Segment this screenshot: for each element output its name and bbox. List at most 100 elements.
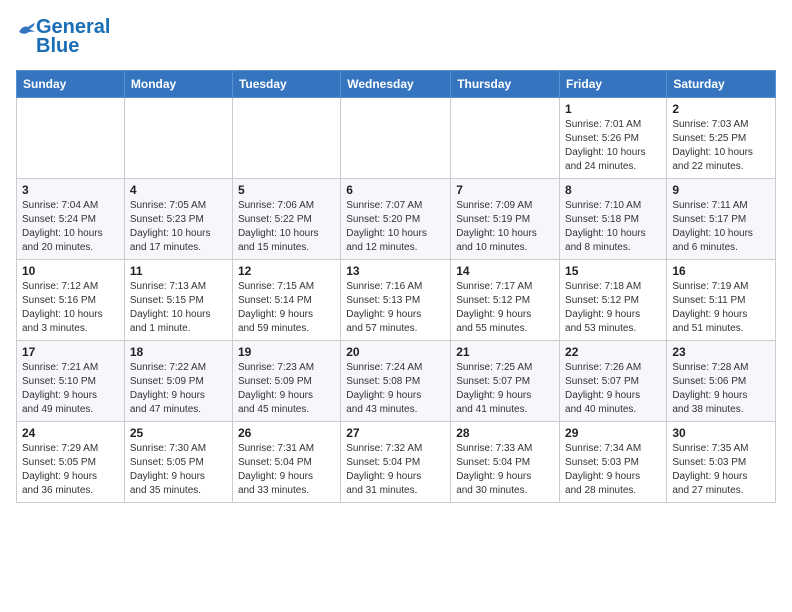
day-info: Sunrise: 7:25 AM Sunset: 5:07 PM Dayligh… [456, 361, 554, 417]
calendar-week-row: 10 Sunrise: 7:12 AM Sunset: 5:16 PM Dayli… [17, 260, 776, 341]
day-number: 29 [565, 426, 661, 440]
day-info: Sunrise: 7:05 AM Sunset: 5:23 PM Dayligh… [130, 199, 227, 255]
logo-bird-icon [18, 21, 36, 35]
calendar-day-cell: 17Sunrise: 7:21 AM Sunset: 5:10 PM Dayli… [17, 341, 125, 422]
day-info: Sunrise: 7:35 AM Sunset: 5:03 PM Dayligh… [672, 442, 770, 498]
calendar-week-row: 24 Sunrise: 7:29 AM Sunset: 5:05 PM Dayli… [17, 422, 776, 503]
calendar-day-cell: 24 Sunrise: 7:29 AM Sunset: 5:05 PM Dayli… [17, 422, 125, 503]
day-info: Sunrise: 7:28 AM Sunset: 5:06 PM Dayligh… [672, 361, 770, 417]
day-number: 4 [130, 183, 227, 197]
calendar-day-cell: 19 Sunrise: 7:23 AM Sunset: 5:09 PM Dayli… [232, 341, 340, 422]
calendar-week-row: 3 Sunrise: 7:04 AM Sunset: 5:24 PM Daylig… [17, 179, 776, 260]
day-info: Sunrise: 7:30 AM Sunset: 5:05 PM Dayligh… [130, 442, 227, 498]
day-number: 2 [672, 102, 770, 116]
day-number: 25 [130, 426, 227, 440]
weekday-header-cell: Thursday [451, 71, 560, 98]
day-info: Sunrise: 7:32 AM Sunset: 5:04 PM Dayligh… [346, 442, 445, 498]
weekday-header-row: SundayMondayTuesdayWednesdayThursdayFrid… [17, 71, 776, 98]
day-info: Sunrise: 7:18 AM Sunset: 5:12 PM Dayligh… [565, 280, 661, 336]
day-info: Sunrise: 7:23 AM Sunset: 5:09 PM Dayligh… [238, 361, 335, 417]
day-info: Sunrise: 7:17 AM Sunset: 5:12 PM Dayligh… [456, 280, 554, 336]
calendar-day-cell: 30 Sunrise: 7:35 AM Sunset: 5:03 PM Dayli… [667, 422, 776, 503]
day-info: Sunrise: 7:04 AM Sunset: 5:24 PM Dayligh… [22, 199, 119, 255]
day-info: Sunrise: 7:26 AM Sunset: 5:07 PM Dayligh… [565, 361, 661, 417]
calendar-day-cell [451, 98, 560, 179]
day-info: Sunrise: 7:34 AM Sunset: 5:03 PM Dayligh… [565, 442, 661, 498]
calendar-day-cell: 8 Sunrise: 7:10 AM Sunset: 5:18 PM Daylig… [560, 179, 667, 260]
calendar-day-cell: 26 Sunrise: 7:31 AM Sunset: 5:04 PM Dayli… [232, 422, 340, 503]
calendar-day-cell: 11 Sunrise: 7:13 AM Sunset: 5:15 PM Dayli… [124, 260, 232, 341]
day-info: Sunrise: 7:06 AM Sunset: 5:22 PM Dayligh… [238, 199, 335, 255]
day-info: Sunrise: 7:12 AM Sunset: 5:16 PM Dayligh… [22, 280, 119, 336]
header: General Blue [16, 16, 776, 58]
calendar-week-row: 17Sunrise: 7:21 AM Sunset: 5:10 PM Dayli… [17, 341, 776, 422]
calendar-day-cell: 12 Sunrise: 7:15 AM Sunset: 5:14 PM Dayli… [232, 260, 340, 341]
day-info: Sunrise: 7:16 AM Sunset: 5:13 PM Dayligh… [346, 280, 445, 336]
day-number: 18 [130, 345, 227, 359]
day-info: Sunrise: 7:10 AM Sunset: 5:18 PM Dayligh… [565, 199, 661, 255]
calendar-table: SundayMondayTuesdayWednesdayThursdayFrid… [16, 70, 776, 503]
day-number: 8 [565, 183, 661, 197]
calendar-day-cell [124, 98, 232, 179]
day-info: Sunrise: 7:19 AM Sunset: 5:11 PM Dayligh… [672, 280, 770, 336]
day-info: Sunrise: 7:33 AM Sunset: 5:04 PM Dayligh… [456, 442, 554, 498]
calendar-day-cell: 15Sunrise: 7:18 AM Sunset: 5:12 PM Dayli… [560, 260, 667, 341]
day-number: 28 [456, 426, 554, 440]
calendar-day-cell: 4 Sunrise: 7:05 AM Sunset: 5:23 PM Daylig… [124, 179, 232, 260]
calendar-day-cell: 5 Sunrise: 7:06 AM Sunset: 5:22 PM Daylig… [232, 179, 340, 260]
day-number: 10 [22, 264, 119, 278]
day-number: 5 [238, 183, 335, 197]
calendar-day-cell: 7 Sunrise: 7:09 AM Sunset: 5:19 PM Daylig… [451, 179, 560, 260]
day-number: 19 [238, 345, 335, 359]
calendar-week-row: 1Sunrise: 7:01 AM Sunset: 5:26 PM Daylig… [17, 98, 776, 179]
calendar-day-cell: 14Sunrise: 7:17 AM Sunset: 5:12 PM Dayli… [451, 260, 560, 341]
day-number: 3 [22, 183, 119, 197]
calendar-day-cell: 13 Sunrise: 7:16 AM Sunset: 5:13 PM Dayli… [341, 260, 451, 341]
calendar-day-cell: 1Sunrise: 7:01 AM Sunset: 5:26 PM Daylig… [560, 98, 667, 179]
day-info: Sunrise: 7:11 AM Sunset: 5:17 PM Dayligh… [672, 199, 770, 255]
day-number: 30 [672, 426, 770, 440]
day-number: 11 [130, 264, 227, 278]
weekday-header-cell: Wednesday [341, 71, 451, 98]
calendar-day-cell [232, 98, 340, 179]
day-info: Sunrise: 7:13 AM Sunset: 5:15 PM Dayligh… [130, 280, 227, 336]
calendar-day-cell: 2 Sunrise: 7:03 AM Sunset: 5:25 PM Daylig… [667, 98, 776, 179]
calendar-day-cell: 25 Sunrise: 7:30 AM Sunset: 5:05 PM Dayli… [124, 422, 232, 503]
weekday-header-cell: Friday [560, 71, 667, 98]
day-info: Sunrise: 7:29 AM Sunset: 5:05 PM Dayligh… [22, 442, 119, 498]
day-info: Sunrise: 7:21 AM Sunset: 5:10 PM Dayligh… [22, 361, 119, 417]
calendar-day-cell [341, 98, 451, 179]
day-info: Sunrise: 7:15 AM Sunset: 5:14 PM Dayligh… [238, 280, 335, 336]
day-number: 1 [565, 102, 661, 116]
day-number: 23 [672, 345, 770, 359]
calendar-day-cell: 27 Sunrise: 7:32 AM Sunset: 5:04 PM Dayli… [341, 422, 451, 503]
day-number: 13 [346, 264, 445, 278]
day-number: 6 [346, 183, 445, 197]
day-number: 9 [672, 183, 770, 197]
weekday-header-cell: Monday [124, 71, 232, 98]
day-info: Sunrise: 7:31 AM Sunset: 5:04 PM Dayligh… [238, 442, 335, 498]
calendar-day-cell: 10 Sunrise: 7:12 AM Sunset: 5:16 PM Dayli… [17, 260, 125, 341]
calendar-day-cell: 6 Sunrise: 7:07 AM Sunset: 5:20 PM Daylig… [341, 179, 451, 260]
calendar-day-cell: 21Sunrise: 7:25 AM Sunset: 5:07 PM Dayli… [451, 341, 560, 422]
calendar-body: 1Sunrise: 7:01 AM Sunset: 5:26 PM Daylig… [17, 98, 776, 503]
calendar-day-cell: 9 Sunrise: 7:11 AM Sunset: 5:17 PM Daylig… [667, 179, 776, 260]
day-info: Sunrise: 7:03 AM Sunset: 5:25 PM Dayligh… [672, 118, 770, 174]
calendar-day-cell [17, 98, 125, 179]
day-info: Sunrise: 7:09 AM Sunset: 5:19 PM Dayligh… [456, 199, 554, 255]
day-number: 24 [22, 426, 119, 440]
day-number: 16 [672, 264, 770, 278]
day-number: 27 [346, 426, 445, 440]
day-number: 12 [238, 264, 335, 278]
day-number: 7 [456, 183, 554, 197]
calendar-day-cell: 18Sunrise: 7:22 AM Sunset: 5:09 PM Dayli… [124, 341, 232, 422]
day-number: 22 [565, 345, 661, 359]
day-info: Sunrise: 7:07 AM Sunset: 5:20 PM Dayligh… [346, 199, 445, 255]
logo-blue: Blue [36, 35, 79, 58]
calendar-day-cell: 28 Sunrise: 7:33 AM Sunset: 5:04 PM Dayli… [451, 422, 560, 503]
calendar-day-cell: 3 Sunrise: 7:04 AM Sunset: 5:24 PM Daylig… [17, 179, 125, 260]
calendar-day-cell: 29 Sunrise: 7:34 AM Sunset: 5:03 PM Dayli… [560, 422, 667, 503]
weekday-header-cell: Tuesday [232, 71, 340, 98]
day-number: 26 [238, 426, 335, 440]
calendar-day-cell: 20Sunrise: 7:24 AM Sunset: 5:08 PM Dayli… [341, 341, 451, 422]
